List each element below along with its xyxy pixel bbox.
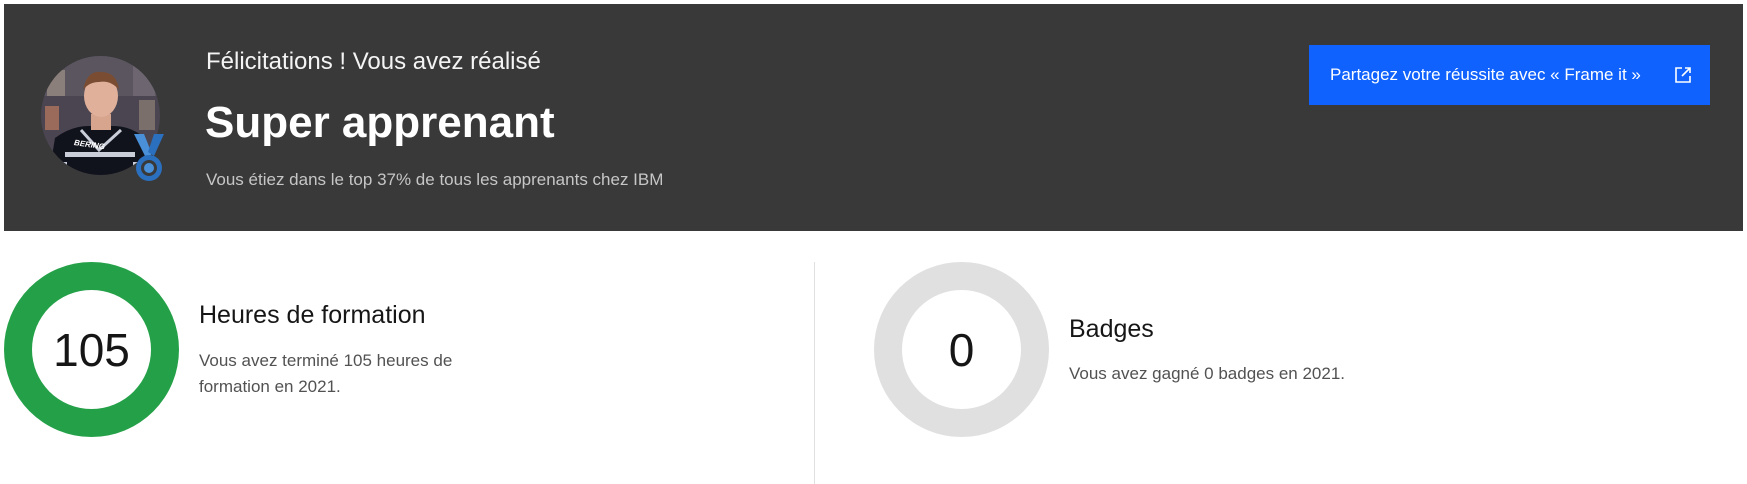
badges-progress-ring: 0 xyxy=(874,262,1049,437)
achievement-banner: BERING Félicitations ! Vous avez réalisé… xyxy=(4,4,1743,231)
medal-icon xyxy=(130,132,168,184)
share-frame-it-button[interactable]: Partagez votre réussite avec « Frame it … xyxy=(1309,45,1710,105)
external-link-icon xyxy=(1674,66,1692,84)
hours-value: 105 xyxy=(32,290,151,409)
hours-description: Vous avez terminé 105 heures de formatio… xyxy=(199,351,453,396)
achievement-subtitle: Vous étiez dans le top 37% de tous les a… xyxy=(206,170,664,189)
achievement-title: Super apprenant xyxy=(205,98,555,147)
stats-divider xyxy=(814,262,815,484)
congrats-text: Félicitations ! Vous avez réalisé xyxy=(206,48,541,75)
badges-description: Vous avez gagné 0 badges en 2021. xyxy=(1069,364,1346,383)
hours-title: Heures de formation xyxy=(199,301,426,329)
hours-progress-ring: 105 xyxy=(4,262,179,437)
badges-title: Badges xyxy=(1069,315,1154,343)
share-button-label: Partagez votre réussite avec « Frame it … xyxy=(1330,65,1641,84)
badges-value: 0 xyxy=(902,290,1021,409)
